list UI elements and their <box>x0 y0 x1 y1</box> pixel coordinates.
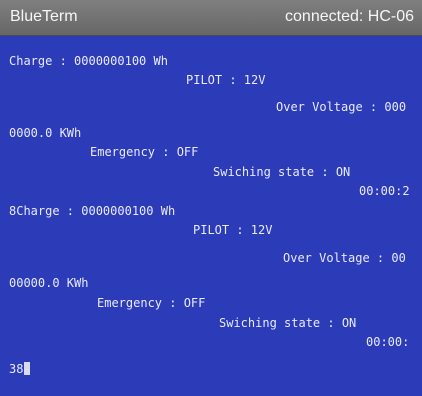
terminal-line: 0000.0 KWh <box>9 126 82 140</box>
title-bar: BlueTerm connected: HC-06 <box>0 0 422 36</box>
terminal-line: Charge : 0000000100 Wh <box>9 54 168 68</box>
terminal-line: Over Voltage : 00 <box>283 251 406 265</box>
app-title: BlueTerm <box>10 8 78 25</box>
terminal-last-line: 38 <box>9 362 31 376</box>
terminal-line-text: 38 <box>9 362 24 376</box>
terminal-output[interactable]: Charge : 0000000100 Wh PILOT : 12V Over … <box>0 36 422 396</box>
text-cursor <box>24 362 31 375</box>
terminal-line: Swiching state : ON <box>213 165 351 179</box>
terminal-line: Swiching state : ON <box>219 316 357 330</box>
blueterm-app: BlueTerm connected: HC-06 Charge : 00000… <box>0 0 422 396</box>
terminal-line: 8Charge : 0000000100 Wh <box>9 204 176 218</box>
terminal-line: PILOT : 12V <box>186 73 266 87</box>
terminal-line: Emergency : OFF <box>97 296 206 310</box>
terminal-line: 00000.0 KWh <box>9 276 89 290</box>
terminal-line: PILOT : 12V <box>193 223 273 237</box>
connection-status: connected: HC-06 <box>285 8 414 25</box>
terminal-line: 00:00:2 <box>359 184 410 198</box>
terminal-line: Over Voltage : 000 <box>276 100 407 114</box>
terminal-line: Emergency : OFF <box>90 145 199 159</box>
terminal-line: 00:00: <box>366 335 410 349</box>
